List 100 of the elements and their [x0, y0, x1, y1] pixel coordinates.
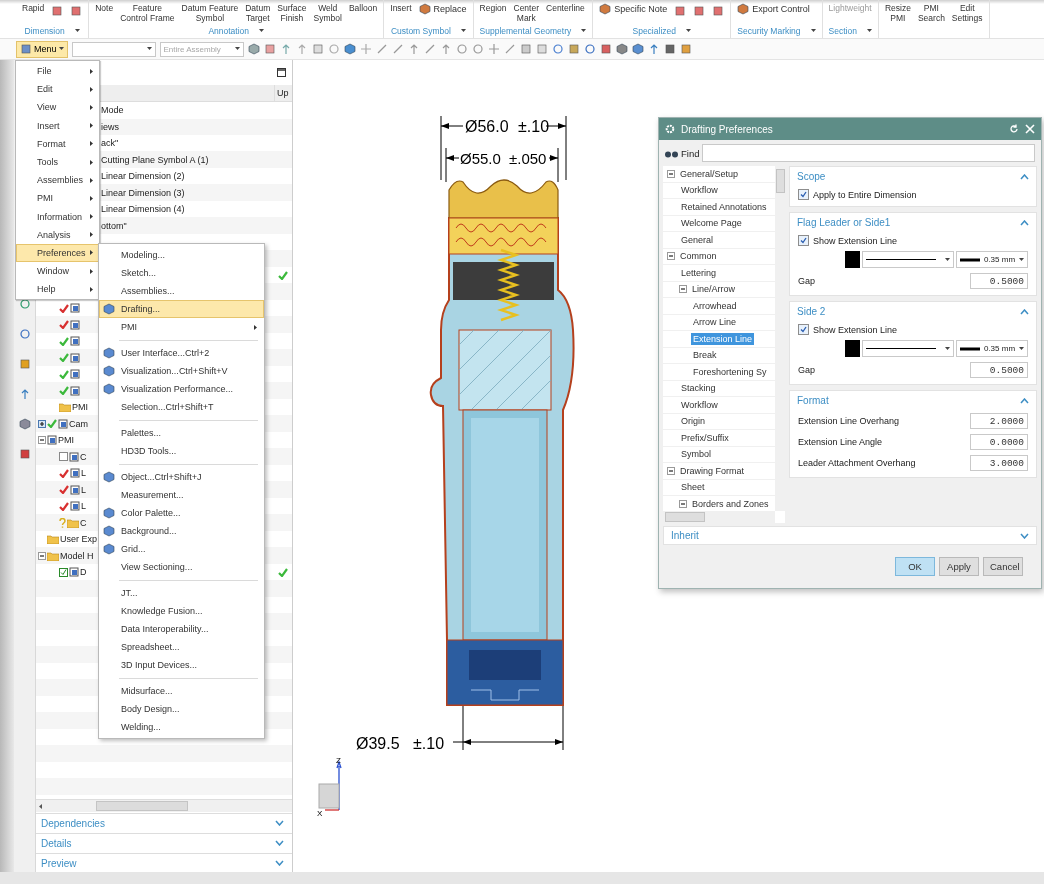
menu-item[interactable]: Modeling... — [99, 246, 264, 264]
tree-item[interactable]: Drawing Format — [678, 464, 746, 477]
color-swatch[interactable] — [845, 251, 860, 268]
menu-item[interactable]: Palettes... — [99, 424, 264, 442]
menu-item[interactable]: Analysis — [16, 225, 99, 244]
square-icon[interactable] — [519, 43, 532, 55]
tree-item[interactable]: Lettering — [679, 266, 719, 279]
square-icon[interactable] — [20, 43, 32, 55]
plus-icon[interactable] — [487, 43, 500, 55]
tree-node-label[interactable]: Linear Dimension (3) — [101, 187, 185, 198]
circle-icon[interactable] — [583, 43, 596, 55]
menu-item[interactable]: Object...Ctrl+Shift+J — [99, 468, 264, 486]
menu-item[interactable]: Spreadsheet... — [99, 638, 264, 656]
tree-item[interactable]: Borders and Zones — [690, 497, 771, 510]
ribbon-button[interactable]: PMI Search — [917, 3, 945, 23]
checkbox-icon[interactable] — [59, 452, 68, 462]
collapse-icon[interactable] — [679, 499, 687, 508]
menu-item[interactable]: Assemblies... — [99, 282, 264, 300]
tree-node-label[interactable]: L — [81, 501, 86, 512]
tree-item[interactable]: Workflow — [679, 184, 720, 197]
input-field[interactable]: 3.0000 — [970, 455, 1028, 471]
collapse-icon[interactable] — [38, 551, 46, 560]
ribbon-button[interactable]: Region — [479, 3, 507, 13]
menu-item[interactable]: Midsurface... — [99, 682, 264, 700]
ribbon-button[interactable]: Feature Control Frame — [120, 3, 175, 23]
ribbon-button[interactable]: Surface Finish — [277, 3, 307, 23]
ribbon-button[interactable]: Rapid — [22, 3, 45, 13]
menu-item[interactable]: Assemblies — [16, 171, 99, 190]
dialog-button[interactable]: Apply — [939, 557, 979, 576]
check-icon[interactable] — [59, 386, 69, 396]
square-icon[interactable] — [70, 5, 83, 17]
menu-item[interactable]: PMI — [16, 189, 99, 208]
menu-item[interactable]: Data Interoperability... — [99, 620, 264, 638]
scrollbar-thumb[interactable] — [96, 801, 188, 811]
tree-node-label[interactable]: D — [80, 567, 87, 578]
menu-item[interactable]: Information — [16, 207, 99, 226]
reset-button[interactable] — [1009, 124, 1019, 134]
checkbox[interactable] — [798, 189, 809, 200]
tree-node-label[interactable]: Mode — [101, 105, 124, 116]
tree-node-label[interactable]: iews — [101, 121, 119, 132]
ribbon-button[interactable]: Weld Symbol — [313, 3, 342, 23]
menu-item[interactable]: Grid... — [99, 540, 264, 558]
horizontal-scrollbar[interactable] — [663, 511, 775, 523]
menu-item[interactable]: Body Design... — [99, 700, 264, 718]
tree-item[interactable]: Origin — [679, 415, 707, 428]
tree-item[interactable]: Symbol — [679, 448, 713, 461]
column-header[interactable]: Up — [274, 85, 292, 101]
check-icon[interactable] — [59, 303, 69, 313]
check-icon[interactable] — [59, 353, 69, 363]
tree-node-label[interactable]: L — [81, 468, 86, 479]
line-icon[interactable] — [391, 43, 404, 55]
menu-item[interactable]: Insert — [16, 116, 99, 135]
check-icon[interactable] — [59, 369, 69, 379]
collapse-icon[interactable] — [679, 285, 687, 294]
menu-item[interactable]: Help — [16, 280, 99, 299]
square-icon[interactable] — [663, 43, 676, 55]
menu-item[interactable]: Selection...Ctrl+Shift+T — [99, 398, 264, 416]
panel-header[interactable]: Dependencies — [36, 813, 292, 832]
menu-item[interactable]: Tools — [16, 152, 99, 172]
menu-item[interactable]: Visualization Performance... — [99, 380, 264, 398]
menu-item[interactable]: File — [16, 62, 99, 81]
check-icon[interactable] — [47, 419, 57, 429]
menu-item[interactable]: JT... — [99, 584, 264, 602]
tree-item[interactable]: Prefix/Suffix — [679, 431, 731, 444]
menu-item[interactable]: HD3D Tools... — [99, 442, 264, 460]
menu-item[interactable]: Window — [16, 262, 99, 281]
square-icon[interactable] — [693, 5, 706, 17]
square-icon[interactable] — [674, 5, 687, 17]
menu-item[interactable]: View — [16, 98, 99, 117]
tree-item[interactable]: Foreshortening Sy — [691, 365, 769, 378]
dialog-button[interactable]: Cancel — [983, 557, 1023, 576]
tree-item[interactable]: Workflow — [679, 398, 720, 411]
ribbon-button[interactable]: Note — [95, 3, 114, 13]
scroll-left-icon[interactable] — [39, 803, 42, 809]
tree-item[interactable]: Arrowhead — [691, 299, 739, 312]
ribbon-button[interactable]: Insert — [390, 3, 412, 13]
check-icon[interactable] — [59, 336, 69, 346]
menu-item[interactable]: Measurement... — [99, 486, 264, 504]
checkbox[interactable] — [798, 324, 809, 335]
close-button[interactable] — [1025, 124, 1035, 134]
menu-item[interactable]: View Sectioning... — [99, 558, 264, 576]
square-icon[interactable] — [599, 43, 612, 55]
check-icon[interactable] — [59, 501, 69, 511]
tree-item[interactable]: Arrow Line — [691, 316, 739, 329]
square-icon[interactable] — [18, 448, 31, 460]
menu-item[interactable]: Edit — [16, 80, 99, 99]
check-icon[interactable] — [59, 320, 69, 330]
tree-item[interactable]: General — [679, 233, 716, 246]
circle-icon[interactable] — [455, 43, 468, 55]
tree-item[interactable]: Retained Annotations — [679, 200, 769, 213]
ribbon-button[interactable]: Specific Note — [599, 3, 668, 15]
tree-node-label[interactable]: Cutting Plane Symbol A (1) — [101, 154, 209, 165]
menu-item[interactable]: Welding... — [99, 718, 264, 736]
search-field[interactable] — [702, 144, 1035, 162]
ribbon-button[interactable]: Balloon — [348, 3, 378, 13]
collapse-icon[interactable] — [667, 252, 675, 261]
line-width-dropdown[interactable]: 0.35 mm — [956, 251, 1028, 268]
line-width-dropdown[interactable]: 0.35 mm — [956, 340, 1028, 357]
square-icon[interactable] — [535, 43, 548, 55]
square-icon[interactable] — [18, 358, 31, 370]
